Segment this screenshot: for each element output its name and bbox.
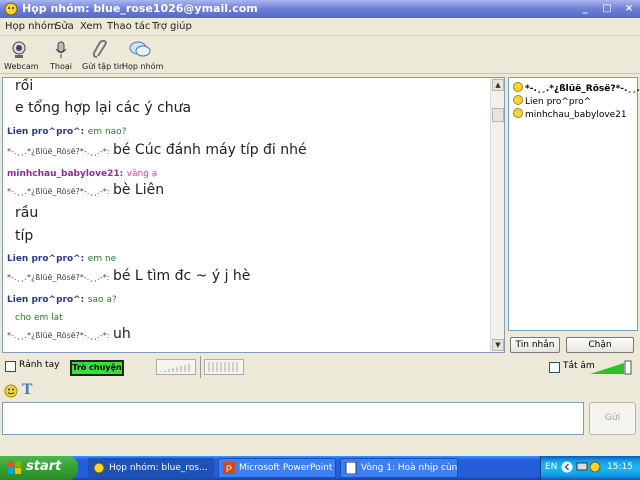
participant-item[interactable]: minhchau_babylove21: [513, 108, 627, 120]
network-icon[interactable]: [576, 461, 588, 473]
chat-history[interactable]: rồi e tổng hợp lại các ý chưa Lien pro^p…: [2, 77, 505, 353]
close-button[interactable]: ×: [622, 2, 636, 16]
title-bar[interactable]: Họp nhóm: blue_rose1026@ymail.com _ □ ×: [0, 0, 640, 18]
message-button[interactable]: Tin nhắn: [510, 337, 560, 353]
block-button[interactable]: Chặn: [566, 337, 634, 353]
window-title: Họp nhóm: blue_rose1026@ymail.com: [22, 2, 258, 15]
paperclip-icon: [92, 40, 107, 58]
minimize-button[interactable]: _: [578, 2, 592, 16]
menu-bar: Họp nhóm Sửa Xem Thao tác Trợ giúp: [0, 18, 640, 36]
message-sender: *-.¸¸.*¿ßlüë_Rösë?*-.¸¸.-*:: [7, 187, 110, 196]
emoticon-icon[interactable]: [4, 384, 18, 398]
message-text: bé Cúc đánh máy típ đi nhé: [112, 142, 307, 158]
message-text: bé L tìm đc ~ ý j hè: [112, 268, 251, 284]
status-smiley-icon: [513, 82, 523, 92]
message-text: em nao?: [87, 127, 127, 137]
messenger-icon: [4, 2, 18, 16]
volume-slider[interactable]: [590, 359, 634, 375]
scroll-down-button[interactable]: ▼: [492, 339, 504, 351]
taskbar: start Họp nhóm: blue_ros... P Microsoft …: [0, 456, 640, 480]
message-sender: *-.¸¸.*¿ßlüë_Rösë?*-.¸¸.-*:: [7, 273, 110, 282]
participant-item[interactable]: Lien pro^pro^: [513, 95, 591, 107]
powerpoint-icon: P: [223, 462, 235, 474]
send-button[interactable]: Gửi: [589, 402, 636, 435]
maximize-button[interactable]: □: [600, 2, 614, 16]
mute-checkbox[interactable]: [549, 362, 560, 373]
voice-bar: Rảnh tay Trò chuyện Tắt âm: [0, 356, 640, 378]
scroll-thumb[interactable]: [492, 108, 504, 122]
chat-message: típ: [15, 228, 34, 244]
voice-button[interactable]: Thoại: [46, 40, 76, 71]
chat-message: *-.¸¸.*¿ßlüë_Rösë?*-.¸¸.-*: bé Cúc đánh …: [7, 142, 307, 158]
message-text: vâng ạ: [126, 169, 158, 179]
message-sender: minhchau_babylove21:: [7, 169, 124, 179]
busy-checkbox[interactable]: [5, 361, 16, 372]
talk-button[interactable]: Trò chuyện: [70, 360, 124, 376]
participant-item[interactable]: *-.¸¸.*¿ßlüë_Rösë?*-.¸¸...: [513, 82, 640, 94]
chat-message: minhchau_babylove21: vâng ạ: [7, 166, 157, 179]
status-smiley-icon: [513, 108, 523, 118]
tray-arrow-icon[interactable]: [561, 461, 573, 473]
chat-scrollbar[interactable]: ▲ ▼: [490, 78, 504, 352]
message-text: uh: [112, 326, 131, 342]
chat-message: *-.¸¸.*¿ßlüë_Rösë?*-.¸¸.-*: bè Liên: [7, 182, 164, 198]
system-tray: EN 15:15: [540, 456, 640, 480]
menu-help[interactable]: Trợ giúp: [152, 21, 192, 32]
message-sender: Lien pro^pro^:: [7, 254, 85, 264]
format-bar: T: [0, 380, 640, 400]
windows-logo-icon: [8, 461, 21, 474]
message-text: sao a?: [87, 295, 117, 305]
chat-message: rồi: [15, 78, 34, 94]
menu-group[interactable]: Họp nhóm: [5, 21, 57, 32]
volume-meter: [156, 359, 196, 375]
toolbar: Webcam Thoại Gửi tập tin Họp nhóm: [0, 37, 640, 74]
separator: [200, 356, 201, 378]
chat-message: *-.¸¸.*¿ßlüë_Rösë?*-.¸¸.-*: uh: [7, 326, 131, 342]
chat-message: e tổng hợp lại các ý chưa: [15, 100, 192, 116]
message-sender: Lien pro^pro^:: [7, 127, 85, 137]
language-indicator[interactable]: EN: [545, 462, 557, 472]
busy-label: Rảnh tay: [19, 360, 60, 370]
chat-message: *-.¸¸.*¿ßlüë_Rösë?*-.¸¸.-*: bé L tìm đc …: [7, 268, 250, 284]
menu-actions[interactable]: Thao tác: [107, 21, 150, 32]
group-chat-icon: [129, 41, 151, 57]
message-text: em ne: [87, 254, 117, 264]
message-text: bè Liên: [112, 182, 165, 198]
taskbar-item-powerpoint[interactable]: P Microsoft PowerPoint ...: [218, 458, 336, 478]
chat-message: Lien pro^pro^: em nao?: [7, 124, 126, 137]
group-chat-button[interactable]: Họp nhóm: [122, 40, 163, 71]
chat-message: Lien pro^pro^: em ne: [7, 251, 116, 264]
webcam-icon: [12, 41, 26, 58]
participant-list: *-.¸¸.*¿ßlüë_Rösë?*-.¸¸... Lien pro^pro^…: [508, 77, 640, 331]
message-sender: *-.¸¸.*¿ßlüë_Rösë?*-.¸¸.-*:: [7, 147, 110, 156]
svg-text:P: P: [226, 464, 232, 474]
menu-edit[interactable]: Sửa: [55, 21, 74, 32]
messenger-tray-icon[interactable]: [589, 461, 601, 473]
volume-bars-icon: [160, 364, 190, 372]
start-button[interactable]: start: [0, 456, 78, 480]
message-sender: Lien pro^pro^:: [7, 295, 85, 305]
taskbar-item-group-chat[interactable]: Họp nhóm: blue_ros...: [88, 458, 214, 478]
group-chat-window: Họp nhóm: blue_rose1026@ymail.com _ □ × …: [0, 0, 640, 456]
clock: 15:15: [607, 462, 633, 472]
menu-view[interactable]: Xem: [80, 21, 102, 32]
mic-meter: [204, 359, 244, 375]
mic-bars-icon: [208, 362, 238, 372]
status-smiley-icon: [513, 95, 523, 105]
send-file-button[interactable]: Gửi tập tin: [82, 40, 124, 71]
scroll-up-button[interactable]: ▲: [492, 79, 504, 91]
microphone-icon: [55, 41, 67, 58]
chat-message: Lien pro^pro^: sao a?: [7, 292, 117, 305]
message-sender: *-.¸¸.*¿ßlüë_Rösë?*-.¸¸.-*:: [7, 331, 110, 340]
text-format-icon[interactable]: T: [22, 382, 32, 398]
chat-message: rầu: [15, 205, 39, 221]
messenger-icon: [93, 462, 105, 474]
message-input[interactable]: [2, 402, 584, 435]
document-icon: [345, 462, 357, 474]
chat-message: cho em lat: [15, 313, 63, 323]
webcam-button[interactable]: Webcam: [4, 40, 39, 71]
taskbar-item-browser[interactable]: Vòng 1: Hoà nhịp cùn...: [340, 458, 458, 478]
